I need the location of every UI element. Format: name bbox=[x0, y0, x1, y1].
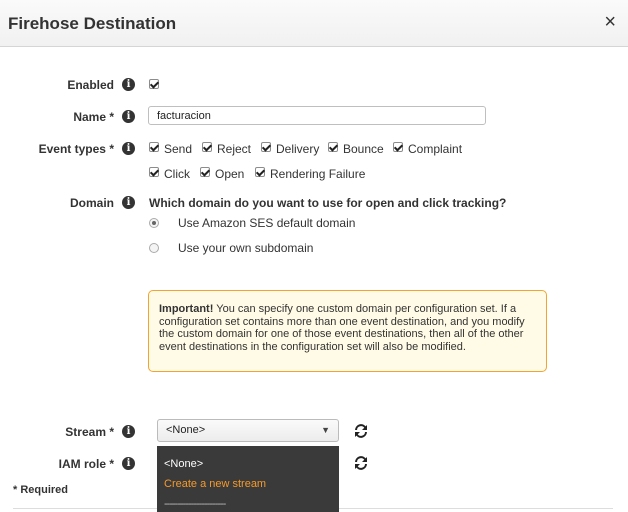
alert-text: You can specify one custom domain per co… bbox=[159, 303, 525, 353]
event-type-label-complaint: Complaint bbox=[408, 142, 463, 156]
info-icon[interactable]: i bbox=[122, 425, 135, 438]
name-label: Name * bbox=[73, 110, 114, 124]
event-type-checkbox-send[interactable] bbox=[149, 142, 159, 152]
event-type-checkbox-open[interactable] bbox=[200, 167, 210, 177]
dropdown-separator: ----------------------- bbox=[164, 498, 226, 510]
dropdown-item-none[interactable]: <None> bbox=[164, 458, 203, 470]
radio-default-domain[interactable] bbox=[149, 218, 159, 228]
radio-own-subdomain[interactable] bbox=[149, 243, 159, 253]
dialog-header: Firehose Destination × bbox=[0, 0, 628, 47]
dropdown-item-create-stream[interactable]: Create a new stream bbox=[164, 478, 266, 490]
domain-question: Which domain do you want to use for open… bbox=[149, 196, 507, 210]
event-type-label-reject: Reject bbox=[217, 142, 252, 156]
event-type-checkbox-click[interactable] bbox=[149, 167, 159, 177]
important-alert: Important! You can specify one custom do… bbox=[148, 290, 547, 372]
radio-label-own-subdomain: Use your own subdomain bbox=[178, 241, 314, 255]
enabled-label: Enabled bbox=[67, 78, 114, 92]
info-icon[interactable]: i bbox=[122, 457, 135, 470]
domain-label: Domain bbox=[69, 196, 114, 210]
refresh-icon[interactable] bbox=[353, 455, 369, 471]
required-note: * Required bbox=[13, 484, 69, 496]
info-icon[interactable]: i bbox=[122, 142, 135, 155]
info-icon[interactable]: i bbox=[122, 196, 135, 209]
close-icon[interactable]: × bbox=[604, 12, 616, 32]
stream-dropdown-menu: <None> Create a new stream -------------… bbox=[157, 446, 339, 512]
alert-strong: Important! bbox=[159, 303, 214, 315]
event-type-label-delivery: Delivery bbox=[276, 142, 320, 156]
event-type-checkbox-complaint[interactable] bbox=[393, 142, 403, 152]
event-type-label-send: Send bbox=[164, 142, 193, 156]
stream-label: Stream * bbox=[65, 425, 114, 439]
event-type-label-bounce: Bounce bbox=[343, 142, 384, 156]
event-type-label-rendering-failure: Rendering Failure bbox=[270, 167, 366, 181]
event-type-checkbox-delivery[interactable] bbox=[261, 142, 271, 152]
refresh-icon[interactable] bbox=[353, 423, 369, 439]
event-type-checkbox-reject[interactable] bbox=[202, 142, 212, 152]
chevron-down-icon: ▼ bbox=[321, 425, 330, 435]
dialog-title: Firehose Destination bbox=[8, 14, 177, 33]
event-type-label-open: Open bbox=[215, 167, 245, 181]
event-type-label-click: Click bbox=[164, 167, 190, 181]
name-input[interactable] bbox=[148, 106, 486, 125]
event-type-checkbox-rendering-failure[interactable] bbox=[255, 167, 265, 177]
info-icon[interactable]: i bbox=[122, 110, 135, 123]
info-icon[interactable]: i bbox=[122, 78, 135, 91]
event-type-checkbox-bounce[interactable] bbox=[328, 142, 338, 152]
stream-select[interactable]: <None> ▼ bbox=[157, 419, 339, 442]
event-types-label: Event types * bbox=[38, 142, 114, 156]
iam-role-label: IAM role * bbox=[58, 457, 114, 471]
stream-select-value: <None> bbox=[166, 424, 206, 436]
radio-label-default-domain: Use Amazon SES default domain bbox=[178, 216, 356, 230]
enabled-checkbox[interactable] bbox=[149, 79, 159, 89]
